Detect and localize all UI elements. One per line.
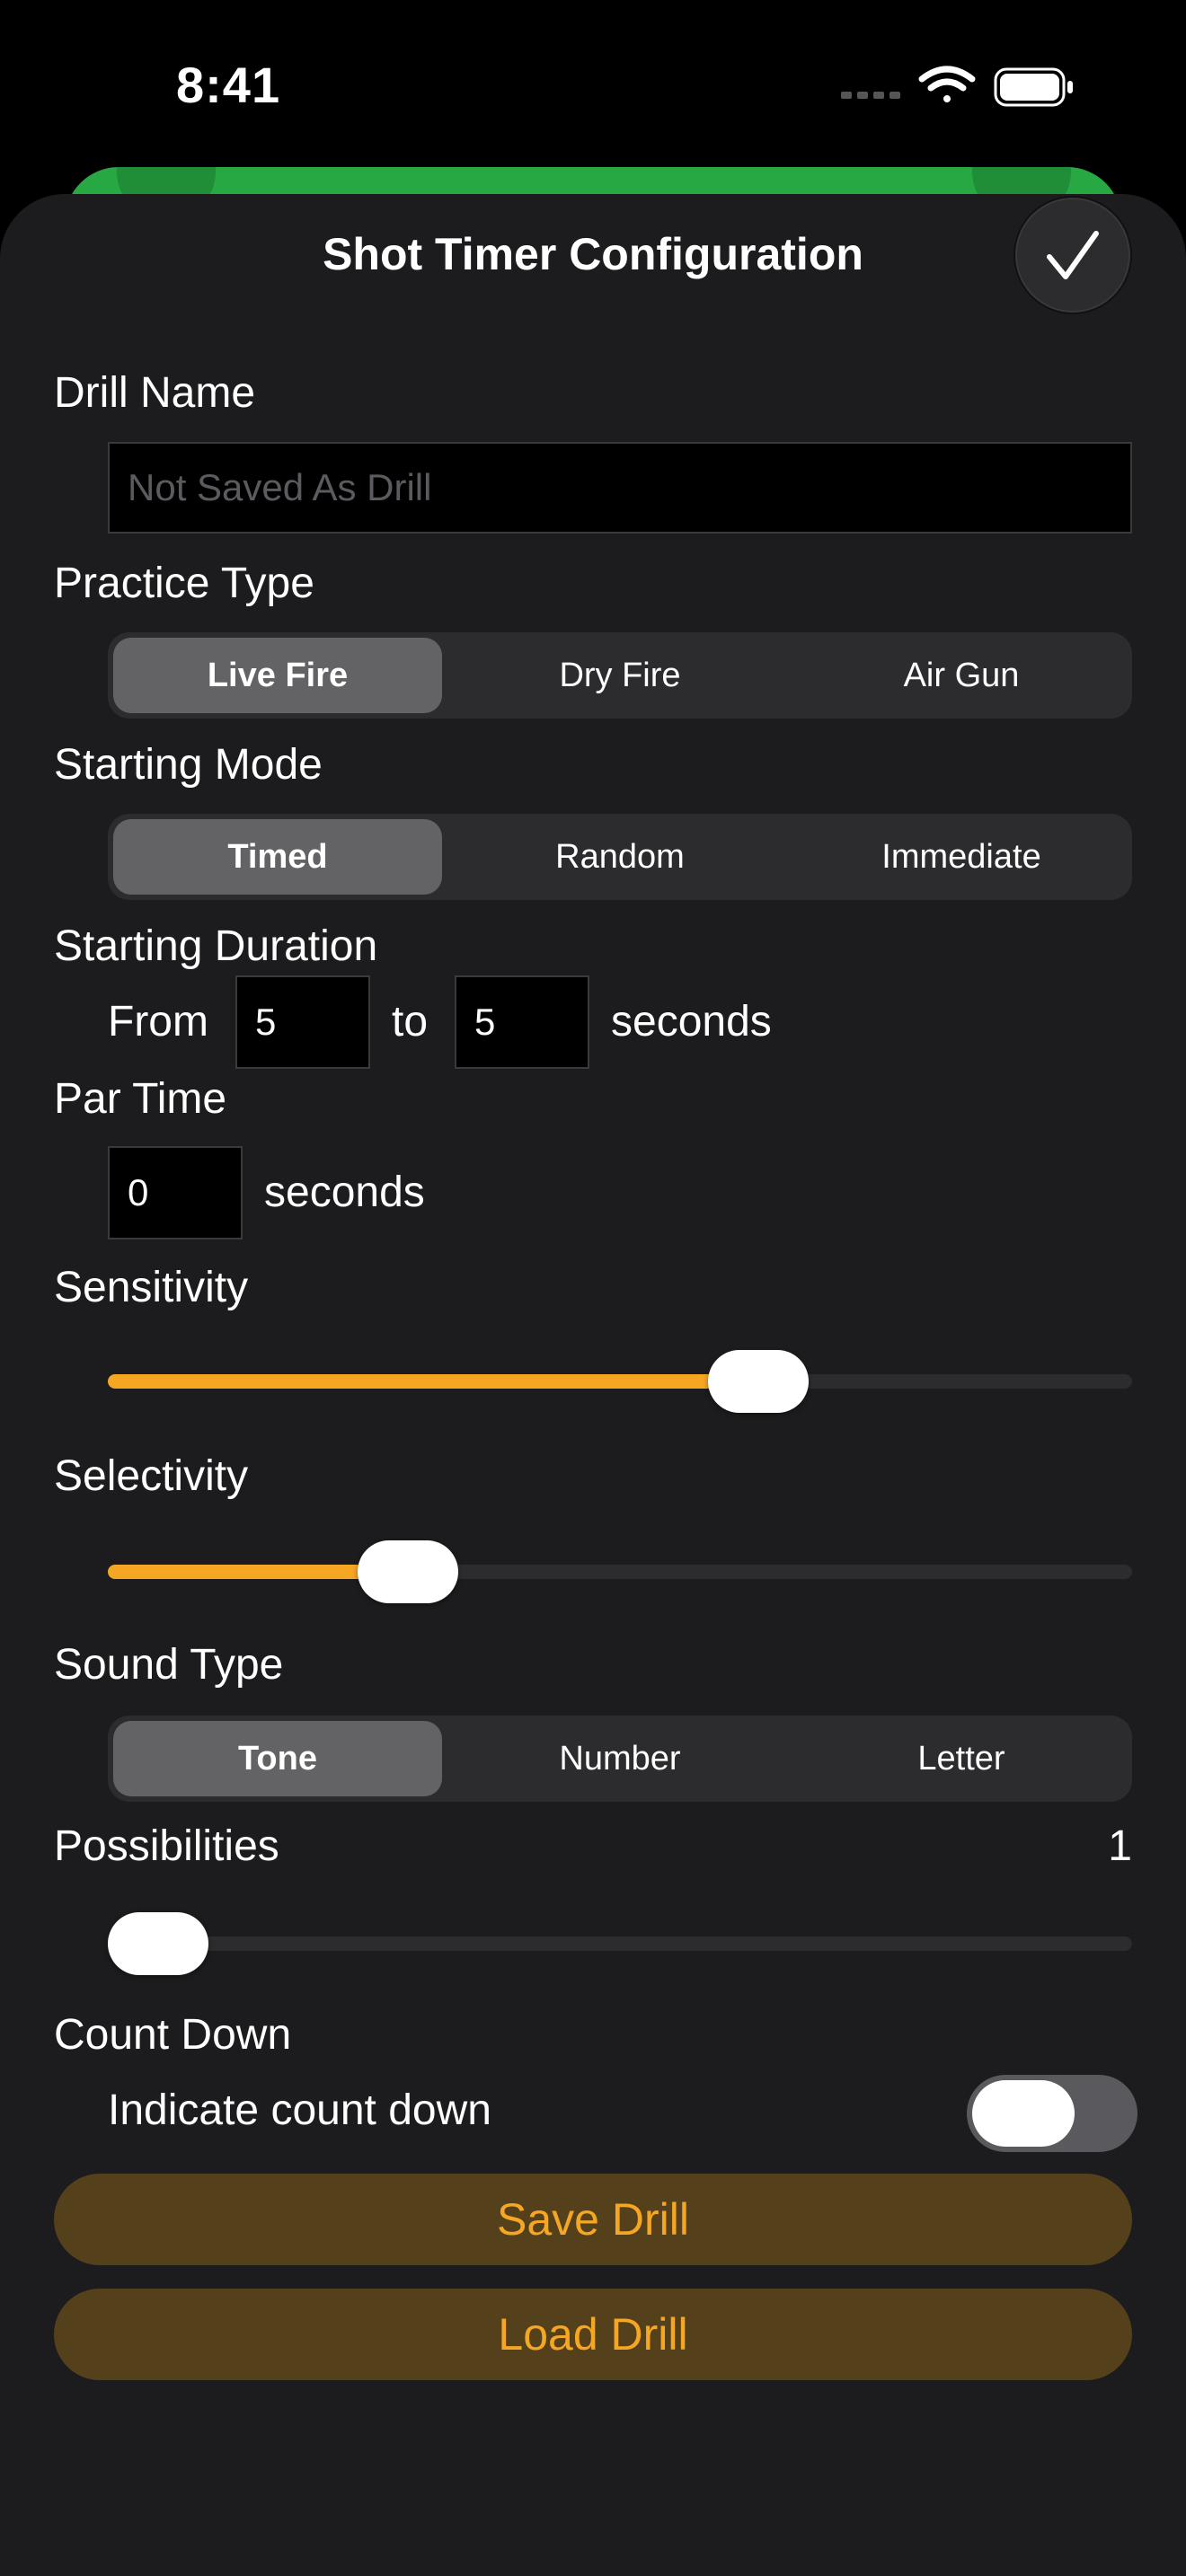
possibilities-label: Possibilities (54, 1822, 279, 1870)
to-value: 5 (474, 1001, 496, 1043)
from-value: 5 (255, 1001, 277, 1043)
checkmark-icon (1047, 231, 1099, 279)
par-time-label: Par Time (54, 1075, 227, 1123)
par-time-unit: seconds (264, 1169, 425, 1216)
load-drill-button[interactable]: Load Drill (54, 2289, 1132, 2380)
battery-icon (994, 67, 1073, 107)
starting-duration-to-input[interactable]: 5 (455, 975, 589, 1069)
segment-live-fire[interactable]: Live Fire (113, 638, 442, 713)
sensitivity-slider-fill (108, 1374, 759, 1389)
possibilities-value: 1 (1108, 1822, 1132, 1870)
count-down-label: Count Down (54, 2011, 292, 2059)
save-drill-button[interactable]: Save Drill (54, 2174, 1132, 2265)
segment-random[interactable]: Random (449, 814, 791, 900)
segment-number[interactable]: Number (449, 1716, 791, 1802)
par-time-input[interactable]: 0 (108, 1146, 243, 1239)
sensitivity-slider[interactable] (108, 1350, 1132, 1413)
status-time: 8:41 (176, 57, 281, 113)
count-down-toggle-knob (972, 2080, 1075, 2147)
sound-type-segmented-control: Tone Number Letter (108, 1716, 1132, 1802)
page-title: Shot Timer Configuration (323, 229, 863, 279)
selectivity-slider-thumb[interactable] (357, 1540, 458, 1603)
signal-icon (841, 92, 900, 99)
segment-letter[interactable]: Letter (791, 1716, 1132, 1802)
starting-mode-label: Starting Mode (54, 741, 323, 789)
segment-tone[interactable]: Tone (113, 1721, 442, 1796)
practice-type-label: Practice Type (54, 560, 314, 607)
wifi-icon (918, 66, 976, 102)
status-icons (836, 65, 1078, 110)
drill-name-placeholder: Not Saved As Drill (128, 466, 432, 508)
segment-timed[interactable]: Timed (113, 819, 442, 895)
possibilities-slider-thumb[interactable] (108, 1912, 208, 1975)
indicate-count-down-label: Indicate count down (108, 2086, 491, 2134)
practice-type-segmented-control: Live Fire Dry Fire Air Gun (108, 632, 1132, 719)
par-time-value: 0 (128, 1171, 149, 1213)
to-label: to (392, 998, 429, 1045)
selectivity-label: Selectivity (54, 1452, 249, 1500)
sensitivity-label: Sensitivity (54, 1264, 249, 1311)
from-label: From (108, 998, 208, 1045)
starting-duration-from-input[interactable]: 5 (235, 975, 370, 1069)
drill-name-label: Drill Name (54, 369, 256, 417)
sensitivity-slider-thumb[interactable] (708, 1350, 810, 1413)
drill-name-input[interactable]: Not Saved As Drill (108, 442, 1132, 534)
starting-duration-label: Starting Duration (54, 922, 378, 970)
count-down-toggle[interactable] (967, 2075, 1137, 2152)
status-bar: 8:41 (0, 0, 1186, 171)
starting-mode-segmented-control: Timed Random Immediate (108, 814, 1132, 900)
possibilities-slider[interactable] (108, 1912, 1132, 1975)
done-button[interactable] (1013, 196, 1132, 314)
sound-type-label: Sound Type (54, 1641, 284, 1689)
selectivity-slider[interactable] (108, 1540, 1132, 1603)
segment-air-gun[interactable]: Air Gun (791, 632, 1132, 719)
segment-immediate[interactable]: Immediate (791, 814, 1132, 900)
starting-duration-unit: seconds (611, 998, 772, 1045)
segment-dry-fire[interactable]: Dry Fire (449, 632, 791, 719)
